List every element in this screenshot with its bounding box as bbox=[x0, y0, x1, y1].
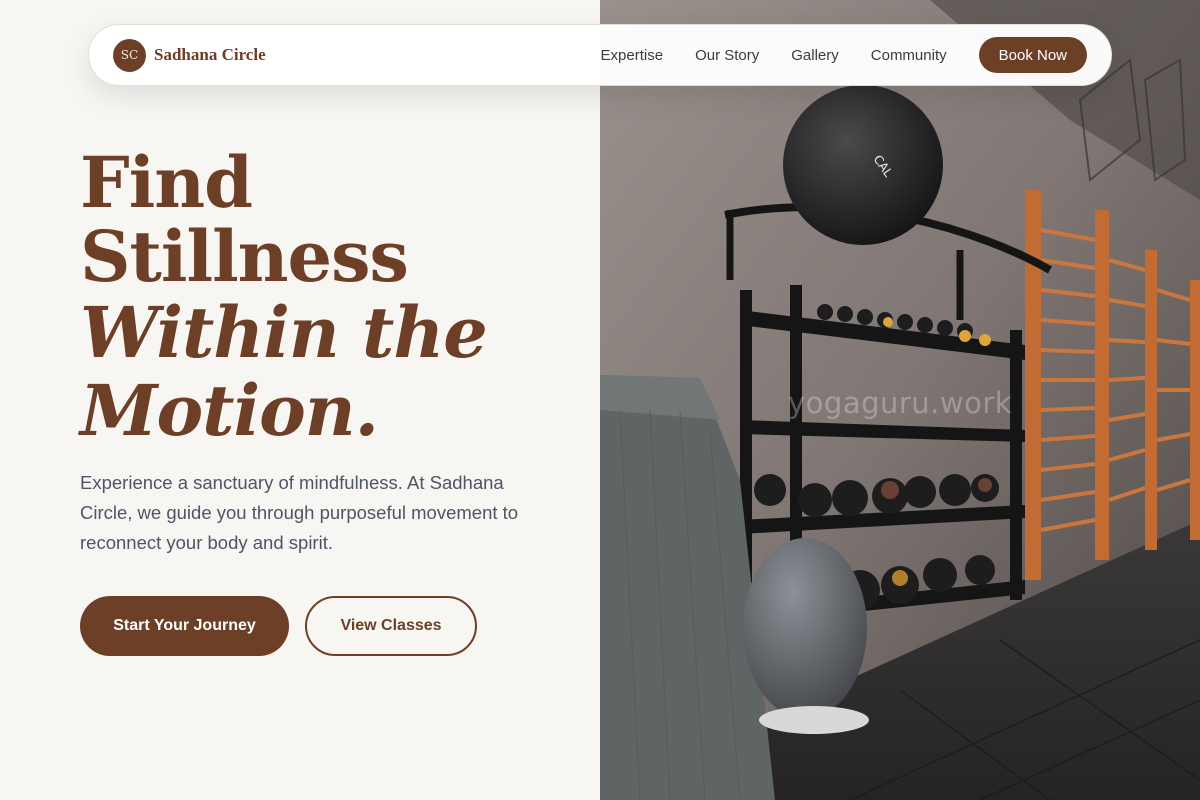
brand[interactable]: SC Sadhana Circle bbox=[113, 38, 266, 72]
book-now-button[interactable]: Book Now bbox=[978, 37, 1087, 73]
hero-headline: Find Stillness Within the Motion. bbox=[80, 141, 488, 452]
nav-link-expertise[interactable]: Expertise bbox=[601, 47, 664, 64]
top-navbar: SC Sadhana Circle Expertise Our Story Ga… bbox=[88, 24, 1112, 86]
nav-link-our-story[interactable]: Our Story bbox=[695, 47, 759, 64]
nav-link-gallery[interactable]: Gallery bbox=[791, 47, 839, 64]
brand-name: Sadhana Circle bbox=[154, 45, 266, 64]
nav-link-community[interactable]: Community bbox=[871, 47, 947, 64]
nav-links: Expertise Our Story Gallery Community Bo… bbox=[601, 37, 1087, 73]
hero-description: Experience a sanctuary of mindfulness. A… bbox=[80, 472, 519, 553]
hero-photo: CAL yogaguru.work bbox=[600, 0, 1200, 800]
headline-line-3: Within the bbox=[80, 291, 488, 374]
watermark-text: yogaguru.work bbox=[788, 386, 1013, 420]
headline-line-4: Motion. bbox=[80, 369, 379, 452]
view-classes-button[interactable]: View Classes bbox=[305, 596, 477, 656]
start-journey-button[interactable]: Start Your Journey bbox=[80, 596, 289, 656]
headline-line-1: Find bbox=[80, 141, 253, 224]
brand-logo: SC bbox=[113, 38, 146, 72]
headline-line-2: Stillness bbox=[80, 215, 409, 298]
